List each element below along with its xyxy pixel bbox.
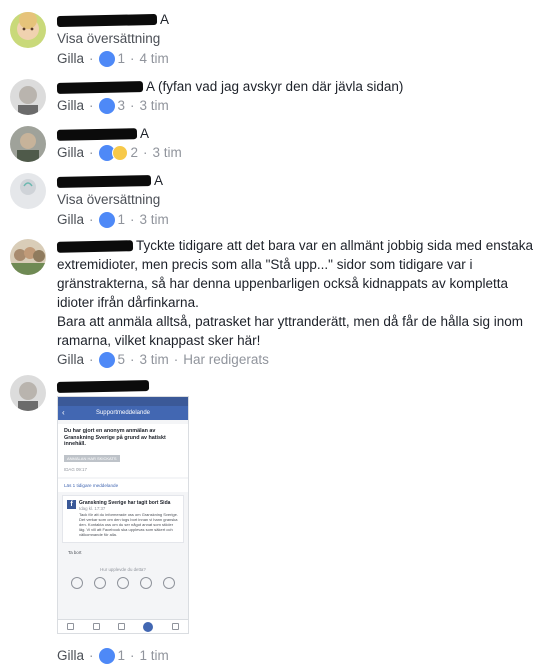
- reaction-count[interactable]: 1: [118, 49, 126, 69]
- comment-actions: Gilla · 1 · 1 tim: [57, 646, 544, 666]
- like-icon: [98, 352, 115, 368]
- reaction-summary[interactable]: [98, 145, 128, 161]
- reaction-count[interactable]: 1: [118, 646, 126, 666]
- screenshot-header: ‹ Supportmeddelande: [58, 406, 188, 420]
- face-icon: [116, 576, 129, 589]
- like-icon: [98, 648, 115, 664]
- support-message-title: Granskning Sverige har tagit bort Sida: [79, 499, 171, 506]
- like-button[interactable]: Gilla: [57, 143, 84, 163]
- reaction-summary[interactable]: [98, 648, 115, 664]
- comment-actions: Gilla · 3 · 3 tim: [57, 96, 544, 116]
- comment-text: A (fyfan vad jag avskyr den där jävla si…: [146, 79, 404, 94]
- like-button[interactable]: Gilla: [57, 646, 84, 666]
- timestamp[interactable]: 3 tim: [140, 96, 169, 116]
- support-message: f Granskning Sverige har tagit bort Sida…: [62, 494, 184, 543]
- timestamp[interactable]: 4 tim: [140, 49, 169, 69]
- facebook-logo-icon: f: [67, 499, 76, 509]
- redacted-name: [56, 379, 150, 393]
- like-icon: [98, 51, 115, 67]
- like-button[interactable]: Gilla: [57, 49, 84, 69]
- translate-link[interactable]: Visa översättning: [57, 190, 544, 210]
- redacted-name: [56, 240, 134, 253]
- reaction-summary[interactable]: [98, 51, 115, 67]
- avatar[interactable]: [10, 12, 46, 48]
- phone-status-bar: [58, 397, 188, 406]
- timestamp[interactable]: 3 tim: [140, 350, 169, 370]
- like-icon: [98, 98, 115, 114]
- tab-icon: [171, 623, 179, 630]
- reaction-count[interactable]: 2: [131, 143, 139, 163]
- tab-icon: [117, 623, 125, 630]
- report-time: IDAG 09:17: [64, 466, 87, 472]
- like-button[interactable]: Gilla: [57, 96, 84, 116]
- comment-actions: Gilla · 2 · 3 tim: [57, 143, 544, 163]
- like-icon: [98, 212, 115, 228]
- redacted-name: [56, 174, 152, 188]
- earlier-messages-link: Läs 1 tidigare meddelande: [64, 482, 119, 488]
- face-icon: [71, 576, 84, 589]
- timestamp[interactable]: 3 tim: [140, 210, 169, 230]
- report-title: Du har gjort en anonym anmälan av Gransk…: [64, 428, 166, 447]
- tab-icon: [92, 623, 100, 630]
- comment-text-2: Bara att anmäla alltså, patrasket har yt…: [57, 314, 523, 348]
- screenshot-title: Supportmeddelande: [95, 410, 151, 416]
- face-icon: [162, 576, 175, 589]
- link-row: Läs 1 tidigare meddelande: [58, 478, 188, 492]
- reaction-summary[interactable]: [98, 352, 115, 368]
- comment-text: A: [154, 173, 164, 188]
- rating-faces: [58, 572, 188, 594]
- like-button[interactable]: Gilla: [57, 350, 84, 370]
- comment-actions: Gilla · 1 · 3 tim: [57, 210, 544, 230]
- redacted-name: [56, 13, 158, 27]
- tab-icon: [67, 623, 75, 630]
- comment-actions: Gilla · 1 · 4 tim: [57, 49, 544, 69]
- comment-text: A: [140, 126, 150, 141]
- like-button[interactable]: Gilla: [57, 210, 84, 230]
- edited-label[interactable]: Har redigerats: [183, 350, 269, 370]
- wow-icon: [111, 145, 128, 161]
- reaction-summary[interactable]: [98, 212, 115, 228]
- avatar[interactable]: [10, 173, 46, 209]
- avatar[interactable]: [10, 239, 46, 275]
- redacted-name: [56, 81, 144, 94]
- reaction-count[interactable]: 1: [118, 210, 126, 230]
- phone-tab-bar: [58, 619, 188, 633]
- back-arrow-icon: ‹: [62, 408, 65, 417]
- face-icon: [94, 576, 107, 589]
- translate-link[interactable]: Visa översättning: [57, 29, 544, 49]
- reaction-count[interactable]: 3: [118, 96, 126, 116]
- avatar[interactable]: [10, 375, 46, 411]
- support-message-text: Tack för att du informerade oss om Grans…: [79, 511, 178, 538]
- avatar[interactable]: [10, 79, 46, 115]
- comment-text: A: [160, 12, 170, 27]
- reaction-summary[interactable]: [98, 98, 115, 114]
- report-sent-badge: ANMÄLAN HAR SKICKATS: [64, 454, 120, 462]
- tab-icon-active: [143, 621, 154, 632]
- remove-link: Ta bort: [68, 549, 82, 555]
- reaction-count[interactable]: 5: [118, 350, 126, 370]
- report-card: Du har gjort en anonym anmälan av Gransk…: [58, 424, 188, 477]
- comment-actions: Gilla · 5 · 3 tim · Har redigerats: [57, 350, 544, 370]
- timestamp[interactable]: 3 tim: [153, 143, 182, 163]
- attached-screenshot[interactable]: ‹ Supportmeddelande Du har gjort en anon…: [57, 396, 189, 634]
- avatar[interactable]: [10, 126, 46, 162]
- timestamp[interactable]: 1 tim: [140, 646, 169, 666]
- redacted-name: [56, 128, 138, 141]
- face-icon: [139, 576, 152, 589]
